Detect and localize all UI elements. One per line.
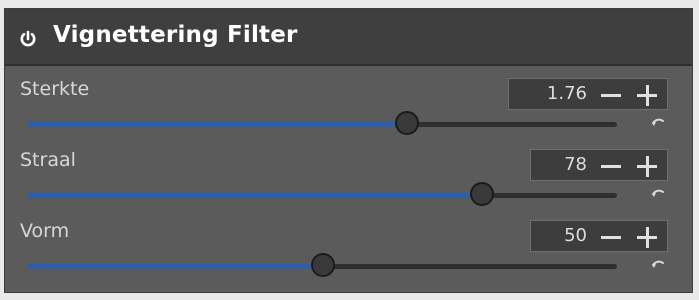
setting-row-shape: Vorm 50 [5, 220, 692, 292]
radius-decrement-button[interactable] [601, 165, 621, 168]
setting-row-strength: Sterkte 1.76 [5, 78, 692, 150]
radius-value[interactable]: 78 [564, 154, 587, 175]
shape-value[interactable]: 50 [564, 225, 587, 246]
strength-label: Sterkte [20, 78, 90, 100]
setting-row-radius: Straal 78 [5, 149, 692, 221]
radius-slider-thumb[interactable] [469, 182, 494, 206]
undo-arrow-icon[interactable] [651, 188, 665, 200]
shape-slider-fill [28, 264, 323, 269]
shape-label: Vorm [20, 220, 70, 242]
shape-slider-thumb[interactable] [310, 253, 335, 277]
panel-title: Vignettering Filter [53, 22, 298, 48]
strength-decrement-button[interactable] [601, 94, 621, 97]
radius-value-box[interactable]: 78 [530, 149, 668, 181]
shape-decrement-button[interactable] [601, 236, 621, 239]
strength-slider-track[interactable] [28, 111, 617, 135]
radius-slider-fill [28, 193, 482, 198]
strength-value[interactable]: 1.76 [547, 83, 587, 104]
shape-slider-track[interactable] [28, 253, 617, 277]
power-icon[interactable] [19, 30, 37, 48]
panel-header: Vignettering Filter [5, 9, 692, 66]
undo-arrow-icon[interactable] [651, 117, 665, 129]
vignetting-filter-panel: Vignettering Filter Sterkte 1.76 Straal … [4, 8, 693, 293]
radius-increment-button-vertical[interactable] [646, 156, 649, 177]
radius-slider-track[interactable] [28, 182, 617, 206]
strength-slider-thumb[interactable] [394, 111, 419, 135]
radius-label: Straal [20, 149, 76, 171]
strength-slider-fill [28, 122, 407, 127]
shape-value-box[interactable]: 50 [530, 220, 668, 252]
strength-value-box[interactable]: 1.76 [508, 78, 668, 110]
strength-increment-button-vertical[interactable] [646, 85, 649, 106]
undo-arrow-icon[interactable] [651, 259, 665, 271]
shape-increment-button-vertical[interactable] [646, 227, 649, 248]
